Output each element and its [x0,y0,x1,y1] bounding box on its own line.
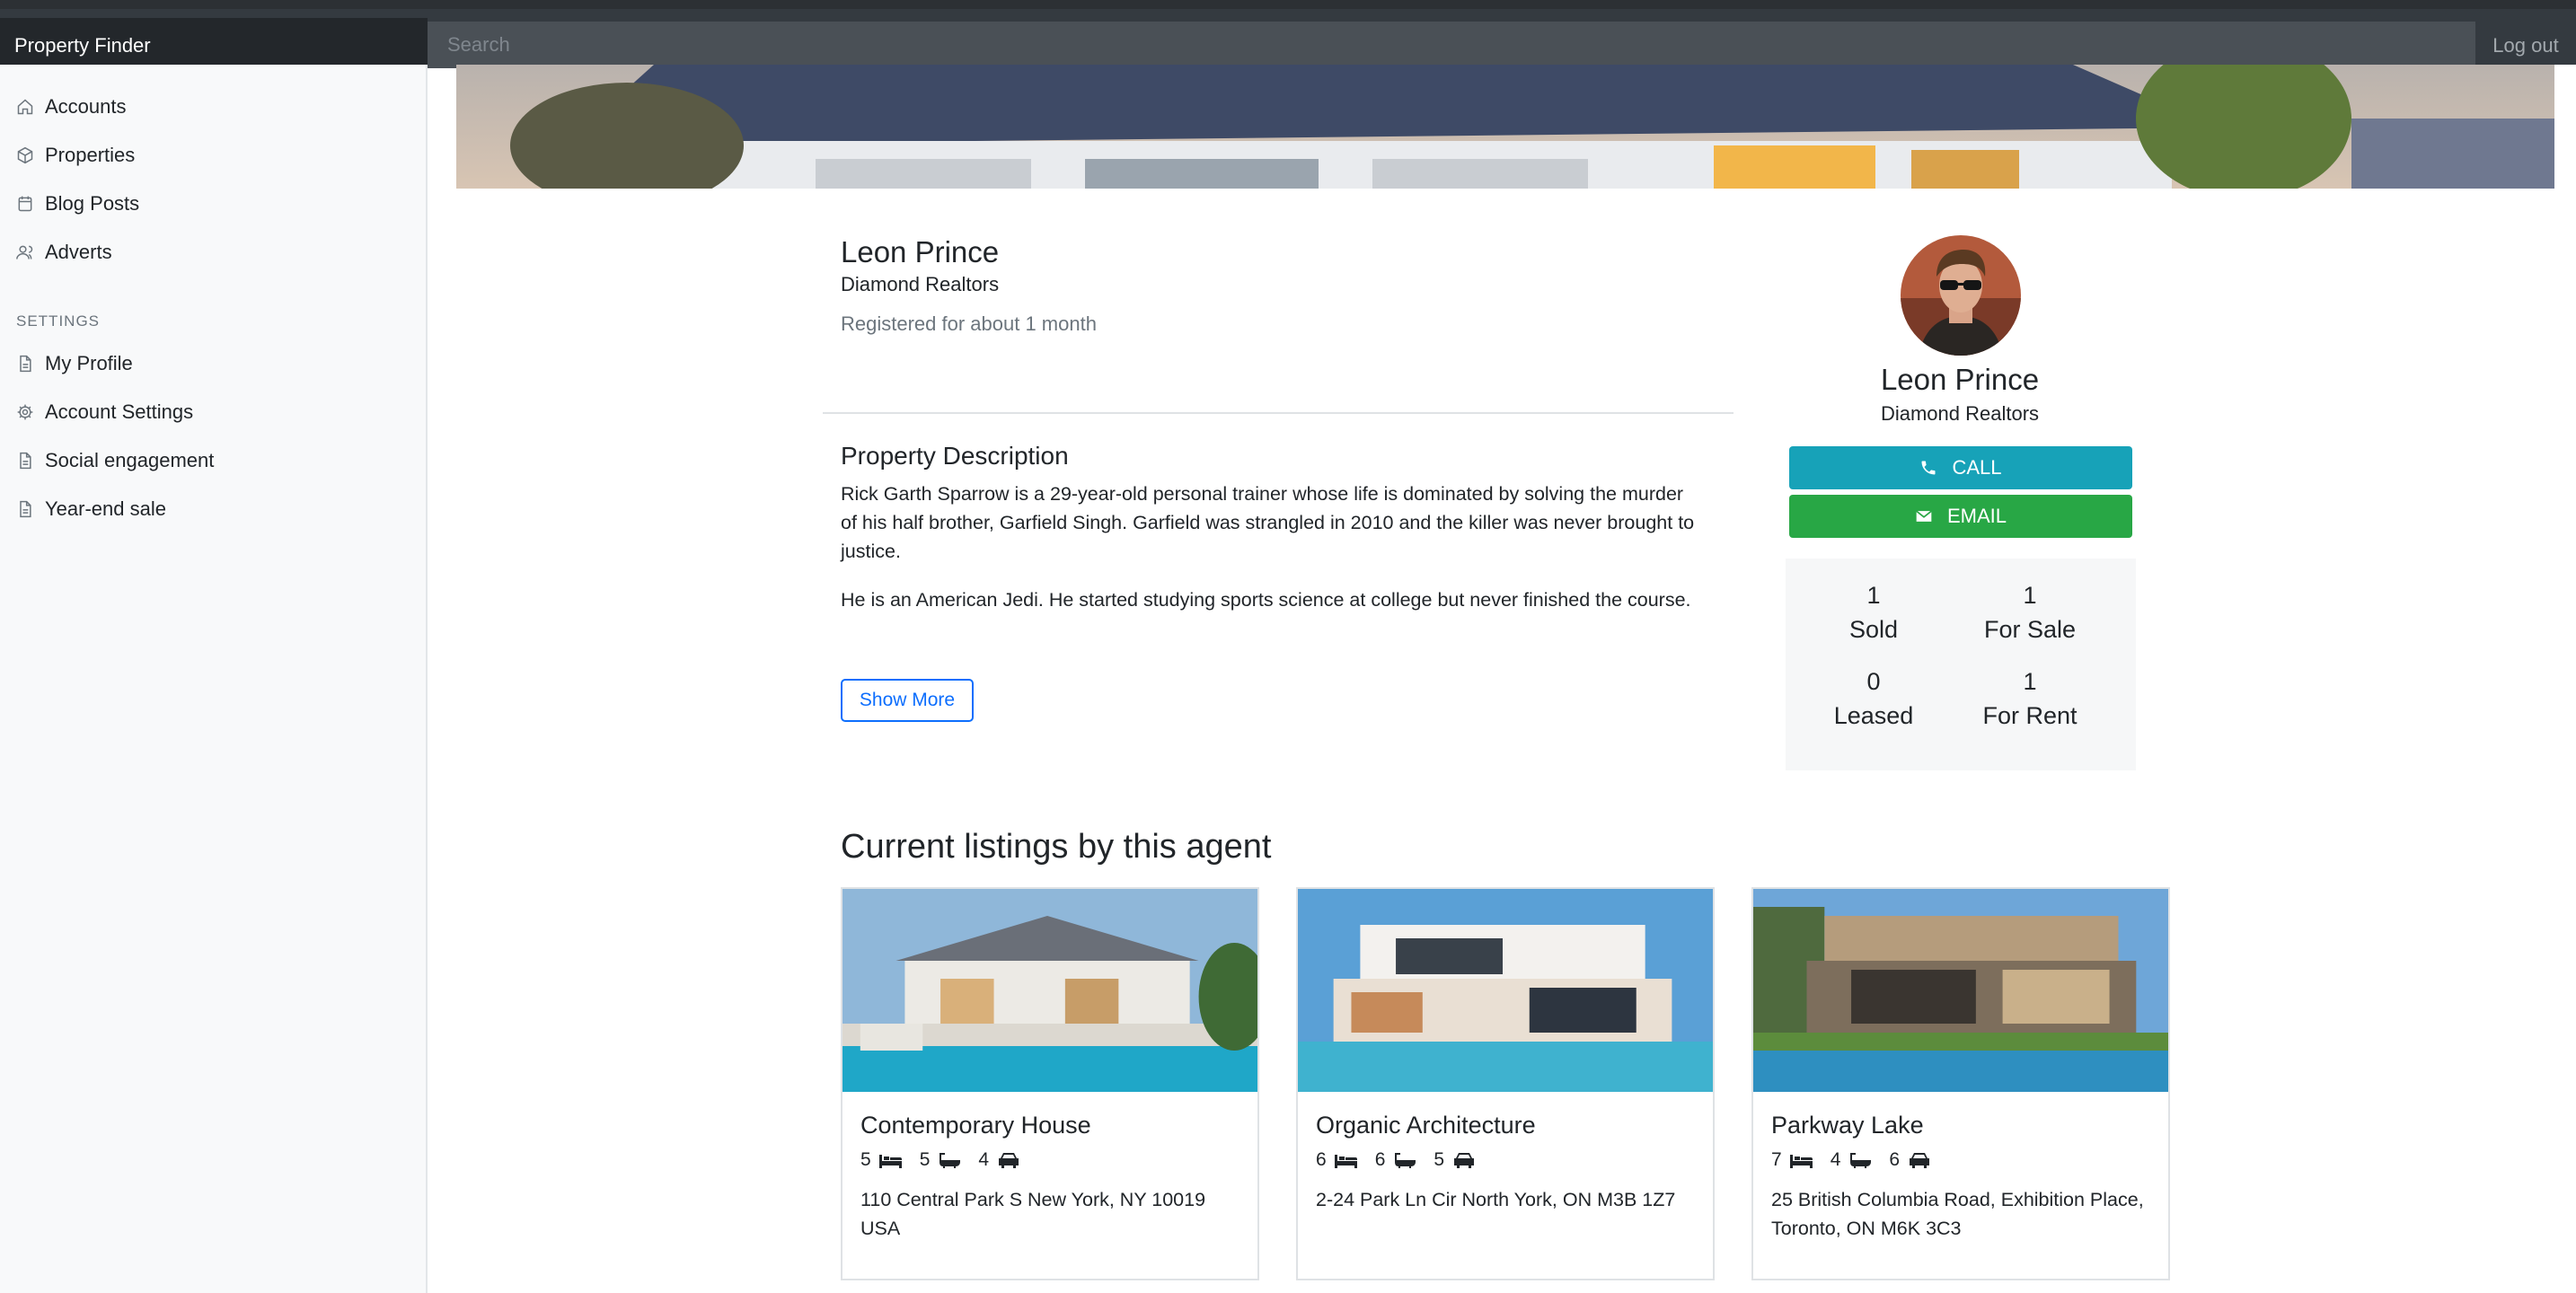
divider [823,412,1734,414]
listing-card[interactable]: Contemporary House 5 5 4 110 Central Par… [841,887,1259,1280]
stat-sold: 1 Sold [1802,578,1945,646]
home-icon [17,99,33,115]
bath-count: 6 [1374,1149,1386,1170]
bath-icon [1850,1153,1872,1168]
bath-count: 5 [919,1149,931,1170]
call-button[interactable]: CALL [1789,446,2132,489]
stat-value: 0 [1866,668,1881,695]
listing-address: 110 Central Park S New York, NY 10019 US… [860,1189,1206,1239]
top-navbar: Property Finder Log out [0,0,2576,74]
sidebar-item-label: Blog Posts [45,192,140,215]
envelope-icon [1916,510,1932,522]
sidebar-item-adverts[interactable]: Adverts [0,228,426,277]
show-more-button[interactable]: Show More [841,679,974,722]
listing-features: 5 5 4 [860,1149,1037,1171]
email-button-label: EMAIL [1946,505,2007,527]
sidebar-item-label: Year-end sale [45,497,166,520]
stat-label: Sold [1848,616,1899,643]
car-icon [1910,1153,1930,1168]
settings-heading: SETTINGS [16,312,101,330]
description-title: Property Description [841,442,1069,470]
search-input[interactable] [428,22,2475,68]
stat-value: 1 [1866,582,1881,609]
hero-banner-image [456,65,2554,189]
stat-for-rent: 1 For Rent [1958,664,2102,733]
bath-count: 4 [1830,1149,1841,1170]
bed-count: 5 [860,1149,871,1170]
box-icon [17,146,33,164]
calendar-icon [18,196,32,212]
sidebar-item-accounts[interactable]: Accounts [0,83,426,131]
sidebar-item-label: Adverts [45,241,112,263]
sidebar-item-label: Accounts [45,95,127,118]
listing-features: 6 6 5 [1316,1149,1493,1171]
phone-icon [1921,461,1936,475]
agent-company: Diamond Realtors [841,273,1000,295]
listing-card[interactable]: Organic Architecture 6 6 5 2-24 Park Ln … [1296,887,1715,1280]
file-icon [20,452,31,470]
listing-features: 7 4 6 [1771,1149,1948,1171]
bed-icon [1334,1155,1357,1168]
sidebar-item-blog-posts[interactable]: Blog Posts [0,180,426,228]
sidebar-item-year-end-sale[interactable]: Year-end sale [0,485,426,533]
agent-name: Leon Prince [841,235,1000,268]
email-button[interactable]: EMAIL [1789,495,2132,538]
bed-count: 7 [1771,1149,1782,1170]
sidebar-item-my-profile[interactable]: My Profile [0,339,426,388]
avatar [1901,235,2021,356]
listing-address: 25 British Columbia Road, Exhibition Pla… [1771,1189,2144,1239]
sidebar-item-account-settings[interactable]: Account Settings [0,388,426,436]
stat-leased: 0 Leased [1802,664,1945,733]
car-icon [999,1153,1019,1168]
car-count: 4 [978,1149,990,1170]
listing-image [842,889,1257,1092]
sidebar-item-label: Account Settings [45,400,194,423]
bed-count: 6 [1316,1149,1327,1170]
stat-for-sale: 1 For Sale [1958,578,2102,646]
listing-card[interactable]: Parkway Lake 7 4 6 25 British Columbia R… [1751,887,2170,1280]
stat-label: For Sale [1983,616,2077,643]
listing-title: Contemporary House [860,1112,1091,1139]
sidebar-item-label: Social engagement [45,449,215,471]
sidebar-item-properties[interactable]: Properties [0,131,426,180]
sidebar-item-label: Properties [45,144,136,166]
car-count: 6 [1889,1149,1901,1170]
listing-image [1298,889,1713,1092]
card-agent-company: Diamond Realtors [1880,402,2040,425]
call-button-label: CALL [1952,456,2002,479]
description-paragraph: Rick Garth Sparrow is a 29-year-old pers… [841,483,1695,562]
description-paragraph: He is an American Jedi. He started study… [841,589,1691,611]
sidebar-item-social-engagement[interactable]: Social engagement [0,436,426,485]
listing-image [1753,889,2168,1092]
agent-stats-panel: 1 Sold 1 For Sale 0 Leased 1 For Rent [1786,559,2136,770]
bath-icon [940,1153,961,1168]
listing-title: Parkway Lake [1771,1112,1924,1139]
agent-registered-text: Registered for about 1 month [841,312,1097,335]
description-text: Rick Garth Sparrow is a 29-year-old pers… [841,479,1703,634]
file-icon [20,355,31,373]
card-agent-name: Leon Prince [1880,363,2040,396]
stat-value: 1 [2023,582,2037,609]
bath-icon [1395,1153,1416,1168]
bed-icon [1789,1155,1813,1168]
listing-address: 2-24 Park Ln Cir North York, ON M3B 1Z7 [1316,1189,1676,1210]
stat-value: 1 [2023,668,2037,695]
gear-icon [17,404,33,420]
listings-heading: Current listings by this agent [841,828,1272,866]
sidebar: Accounts Properties Blog Posts Adverts S… [0,65,428,1293]
file-icon [20,500,31,518]
users-icon [16,245,33,259]
listing-title: Organic Architecture [1316,1112,1536,1139]
bed-icon [878,1155,902,1168]
car-icon [1454,1153,1475,1168]
sidebar-item-label: My Profile [45,352,133,374]
stat-label: Leased [1833,702,1914,729]
stat-label: For Rent [1982,702,2078,729]
car-count: 5 [1434,1149,1445,1170]
